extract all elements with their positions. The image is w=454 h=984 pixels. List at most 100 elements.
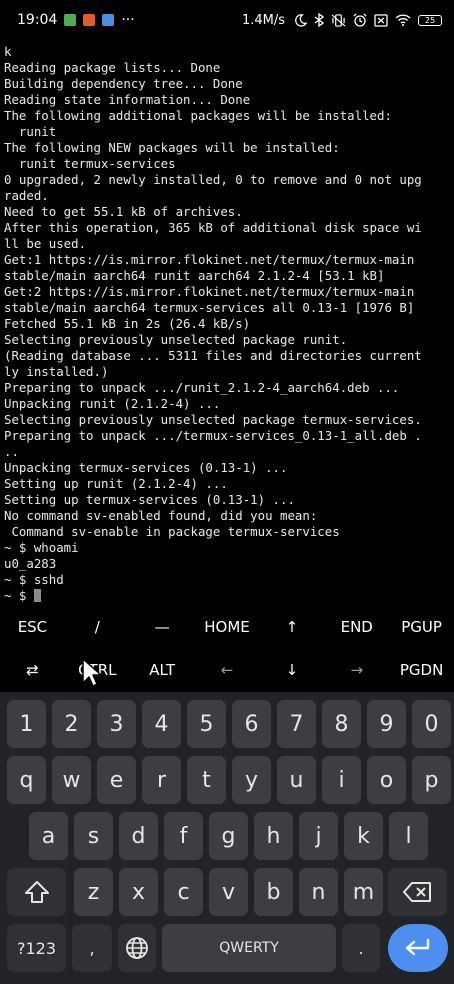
key-3[interactable]: 3	[97, 700, 136, 748]
terminal-line: ~ $ whoami	[4, 540, 79, 555]
extra-key-home[interactable]: HOME	[195, 605, 260, 648]
battery-icon: 25	[418, 14, 442, 26]
key-x[interactable]: x	[119, 868, 158, 916]
terminal-line: The following additional packages will b…	[4, 108, 392, 123]
shift-key[interactable]	[7, 868, 66, 916]
key-i[interactable]: i	[322, 756, 361, 804]
extra-key-pgdn[interactable]: PGDN	[389, 648, 454, 691]
period-key[interactable]: .	[342, 924, 380, 972]
terminal-line: Unpacking termux-services (0.13-1) ...	[4, 460, 288, 475]
extra-key-right-arrow[interactable]: →	[324, 648, 389, 691]
key-t[interactable]: t	[187, 756, 226, 804]
terminal-line: Reading state information... Done	[4, 92, 251, 107]
key-y[interactable]: y	[232, 756, 271, 804]
key-5[interactable]: 5	[187, 700, 226, 748]
notification-app-icon-3	[102, 14, 115, 26]
terminal-cursor	[33, 589, 41, 602]
key-6[interactable]: 6	[232, 700, 271, 748]
terminal-output[interactable]: k Reading package lists... Done Building d…	[4, 44, 454, 604]
key-8[interactable]: 8	[322, 700, 361, 748]
keyboard-row-q: qwertyuiop	[0, 756, 454, 804]
enter-key[interactable]	[388, 924, 448, 972]
terminal-line: Get:2 https://is.mirror.flokinet.net/ter…	[4, 284, 415, 299]
bluetooth-icon	[314, 13, 324, 27]
key-n[interactable]: n	[299, 868, 338, 916]
extra-keys-row-1: ESC / — HOME ↑ END PGUP	[0, 605, 454, 648]
key-4[interactable]: 4	[142, 700, 181, 748]
extra-key-esc[interactable]: ESC	[0, 605, 65, 648]
key-d[interactable]: d	[119, 812, 158, 860]
key-g[interactable]: g	[209, 812, 248, 860]
terminal-line: ..	[4, 444, 19, 459]
terminal-line: ly installed.)	[4, 364, 109, 379]
terminal-line: No command sv-enabled found, did you mea…	[4, 508, 318, 523]
more-notifications-icon: ···	[121, 12, 135, 28]
extra-key-down-arrow[interactable]: ↓	[259, 648, 324, 691]
space-key[interactable]: QWERTY	[162, 924, 336, 972]
terminal-line: Need to get 55.1 kB of archives.	[4, 204, 243, 219]
extra-key-slash[interactable]: /	[65, 605, 130, 648]
notification-app-icon-2	[83, 14, 96, 26]
key-h[interactable]: h	[254, 812, 293, 860]
key-k[interactable]: k	[344, 812, 383, 860]
key-w[interactable]: w	[52, 756, 91, 804]
terminal-line: Preparing to unpack .../runit_2.1.2-4_aa…	[4, 380, 400, 395]
key-m[interactable]: m	[344, 868, 383, 916]
key-j[interactable]: j	[299, 812, 338, 860]
key-2[interactable]: 2	[52, 700, 91, 748]
symbols-key[interactable]: ?123	[7, 924, 66, 972]
terminal-line: ll be used.	[4, 236, 87, 251]
key-9[interactable]: 9	[367, 700, 406, 748]
backspace-icon	[402, 882, 431, 902]
terminal-line: Preparing to unpack .../termux-services_…	[4, 428, 422, 443]
key-z[interactable]: z	[74, 868, 113, 916]
extra-key-pgup[interactable]: PGUP	[389, 605, 454, 648]
comma-key[interactable]: ,	[72, 924, 112, 972]
extra-keys-bar: ESC / — HOME ↑ END PGUP ⇄ CTRL ALT ← ↓ → PGDN	[0, 605, 454, 692]
terminal-prompt-line[interactable]: ~ $	[4, 588, 454, 604]
key-b[interactable]: b	[254, 868, 293, 916]
extra-key-dash[interactable]: —	[130, 605, 195, 648]
terminal-line: k	[4, 44, 12, 59]
key-7[interactable]: 7	[277, 700, 316, 748]
terminal-line: raded.	[4, 188, 49, 203]
terminal-line: The following NEW packages will be insta…	[4, 140, 340, 155]
key-r[interactable]: r	[142, 756, 181, 804]
extra-key-tab[interactable]: ⇄	[0, 648, 65, 691]
key-v[interactable]: v	[209, 868, 248, 916]
extra-key-left-arrow[interactable]: ←	[195, 648, 260, 691]
backspace-key[interactable]	[388, 868, 447, 916]
key-u[interactable]: u	[277, 756, 316, 804]
shift-icon	[24, 881, 49, 903]
no-sim-icon	[374, 13, 388, 27]
network-speed: 1.4M/s	[241, 12, 285, 28]
key-f[interactable]: f	[164, 812, 203, 860]
key-c[interactable]: c	[164, 868, 203, 916]
key-s[interactable]: s	[74, 812, 113, 860]
terminal-line: runit termux-services	[4, 156, 176, 171]
key-q[interactable]: q	[7, 756, 46, 804]
key-p[interactable]: p	[412, 756, 451, 804]
language-key[interactable]	[118, 924, 156, 972]
terminal-line: Unpacking runit (2.1.2-4) ...	[4, 396, 221, 411]
terminal-line: Command sv-enable in package termux-serv…	[4, 524, 340, 539]
enter-icon	[405, 938, 430, 956]
terminal-line: Selecting previously unselected package …	[4, 332, 348, 347]
key-1[interactable]: 1	[7, 700, 46, 748]
keyboard-row-a: asdfghjkl	[0, 812, 454, 860]
key-0[interactable]: 0	[412, 700, 451, 748]
keyboard-row-z: zxcvbnm	[0, 868, 454, 916]
terminal-line: ~ $ sshd	[4, 572, 64, 587]
key-e[interactable]: e	[97, 756, 136, 804]
key-l[interactable]: l	[389, 812, 428, 860]
extra-key-end[interactable]: END	[324, 605, 389, 648]
status-bar-left: 19:04 ···	[17, 12, 135, 28]
status-bar-right: 1.4M/s 25	[242, 13, 442, 28]
terminal-line: runit	[4, 124, 57, 139]
extra-key-up-arrow[interactable]: ↑	[259, 605, 324, 648]
status-bar: 19:04 ··· 1.4M/s 25	[0, 0, 454, 40]
extra-key-alt[interactable]: ALT	[130, 648, 195, 691]
key-o[interactable]: o	[367, 756, 406, 804]
key-a[interactable]: a	[29, 812, 68, 860]
terminal-line: (Reading database ... 5311 files and dir…	[4, 348, 422, 363]
